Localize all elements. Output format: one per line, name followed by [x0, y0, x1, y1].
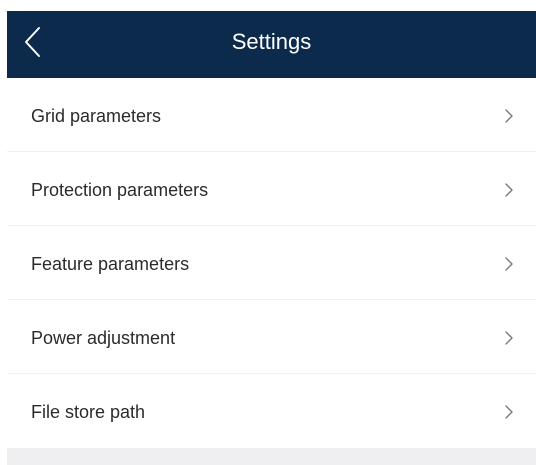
settings-item-label: Feature parameters	[31, 254, 190, 274]
chevron-right-icon	[504, 256, 514, 272]
settings-item-file-store-path[interactable]: File store path	[7, 374, 536, 448]
settings-item-protection-parameters[interactable]: Protection parameters	[7, 152, 536, 226]
settings-list: Grid parameters Protection parameters Fe…	[7, 78, 536, 448]
chevron-right-icon	[504, 182, 514, 198]
settings-item-feature-parameters[interactable]: Feature parameters	[7, 226, 536, 300]
chevron-right-icon	[504, 330, 514, 346]
settings-item-label: Protection parameters	[31, 180, 209, 200]
page-title: Settings	[231, 29, 312, 54]
settings-item-label: Grid parameters	[31, 106, 162, 126]
settings-item-label: Power adjustment	[31, 328, 176, 348]
chevron-right-icon	[504, 404, 514, 420]
chevron-right-icon	[504, 108, 514, 124]
bottom-divider-band	[7, 448, 536, 465]
settings-item-grid-parameters[interactable]: Grid parameters	[7, 78, 536, 152]
header-bar: Settings	[7, 11, 536, 78]
app-screen: Settings Grid parameters Protection para…	[7, 0, 536, 465]
settings-item-label: File store path	[31, 402, 146, 422]
settings-item-power-adjustment[interactable]: Power adjustment	[7, 300, 536, 374]
